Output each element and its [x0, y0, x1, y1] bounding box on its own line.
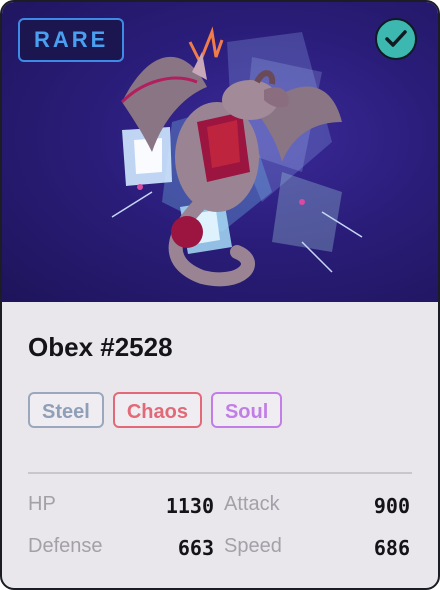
stat-value-hp: 1130: [165, 494, 214, 518]
tag-chaos[interactable]: Chaos: [112, 392, 202, 428]
rarity-badge: RARE: [18, 18, 125, 62]
stat-value-attack: 900: [373, 494, 410, 518]
checkmark-icon: [385, 30, 407, 47]
creature-card[interactable]: RARE Obex #2528 Steel Chaos Soul HP 1130…: [0, 0, 440, 590]
stat-label-speed: Speed: [224, 535, 282, 557]
stat-label-defense: Defense: [28, 535, 103, 557]
creature-name: Obex #2528: [28, 332, 173, 362]
type-tags: Steel Chaos Soul: [28, 392, 283, 428]
stat-value-speed: 686: [373, 536, 410, 560]
stat-label-attack: Attack: [224, 493, 280, 515]
stat-label-hp: HP: [28, 493, 56, 515]
verified-badge: [375, 18, 417, 60]
stat-value-defense: 663: [177, 536, 214, 560]
tag-soul[interactable]: Soul: [210, 392, 283, 428]
creature-artwork: RARE: [2, 2, 438, 302]
tag-steel[interactable]: Steel: [28, 392, 104, 428]
divider: [28, 472, 412, 474]
